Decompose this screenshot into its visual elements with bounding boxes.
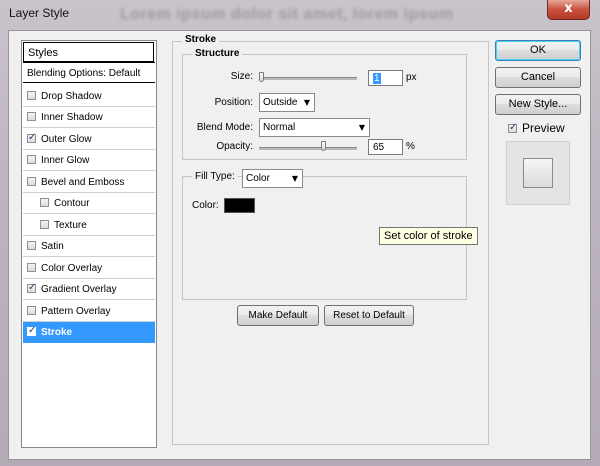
close-button[interactable]: x [547,0,590,20]
styles-item-label: Blending Options: Default [27,68,141,79]
styles-item-label: Contour [54,198,90,209]
checkbox[interactable] [27,241,36,250]
styles-item-pattern-overlay[interactable]: Pattern Overlay [23,301,155,322]
styles-item-label: Pattern Overlay [41,306,111,317]
position-dropdown[interactable]: Outside ▼ [259,93,315,112]
styles-list: Styles Blending Options: Default Drop Sh… [21,40,157,448]
reset-to-default-button[interactable]: Reset to Default [324,305,414,326]
styles-item-label: Gradient Overlay [41,284,117,295]
styles-item-inner-glow[interactable]: Inner Glow [23,150,155,171]
ok-button[interactable]: OK [495,40,581,61]
preview-thumbnail [506,141,570,205]
size-slider-thumb[interactable] [259,72,264,82]
close-icon: x [564,1,573,16]
styles-item-label: Drop Shadow [41,91,102,102]
size-value: 1 [373,73,381,84]
blend-mode-dropdown[interactable]: Normal ▼ [259,118,370,137]
styles-item-label: Stroke [41,327,73,338]
window-frame: Lorem ipsum dolor sit amet, lorem ipsum … [0,0,600,466]
checkbox-checked[interactable] [27,132,36,143]
opacity-slider[interactable] [259,147,357,150]
fill-type-value: Color [246,173,270,184]
checkbox-checked[interactable] [27,325,36,336]
preview-swatch [523,158,553,188]
structure-title: Structure [192,48,243,59]
styles-item-stroke[interactable]: Stroke [23,322,155,343]
checkbox-checked[interactable] [27,282,36,293]
preview-checkbox[interactable] [508,122,517,133]
tooltip: Set color of stroke [379,227,478,245]
opacity-unit: % [406,141,415,152]
chevron-down-icon: ▼ [358,123,365,132]
size-slider[interactable] [259,77,357,80]
checkbox[interactable] [27,177,36,186]
styles-item-color-overlay[interactable]: Color Overlay [23,258,155,279]
styles-header[interactable]: Styles [23,42,154,62]
preview-toggle[interactable]: Preview [508,121,565,135]
make-default-button[interactable]: Make Default [237,305,319,326]
checkbox[interactable] [27,91,36,100]
fill-type-label: Fill Type: [192,171,238,182]
dialog-client-area: Styles Blending Options: Default Drop Sh… [8,30,591,460]
preview-label: Preview [522,121,565,135]
color-swatch[interactable] [224,198,255,213]
styles-item-outer-glow[interactable]: Outer Glow [23,129,155,150]
checkbox[interactable] [27,155,36,164]
styles-item-label: Outer Glow [41,134,92,145]
styles-item-label: Bevel and Emboss [41,177,125,188]
checkbox[interactable] [40,220,49,229]
checkbox[interactable] [27,112,36,121]
fill-type-dropdown[interactable]: Color ▼ [242,169,303,188]
styles-item-label: Inner Shadow [41,112,103,123]
styles-item-blending-options[interactable]: Blending Options: Default [23,62,155,83]
window-title: Layer Style [9,6,70,20]
checkbox[interactable] [40,198,49,207]
blend-mode-value: Normal [263,122,296,133]
styles-item-inner-shadow[interactable]: Inner Shadow [23,107,155,128]
stroke-section-title: Stroke [182,34,220,45]
styles-item-label: Texture [54,220,87,231]
position-value: Outside [263,97,298,108]
styles-item-label: Inner Glow [41,155,90,166]
background-document-text: Lorem ipsum dolor sit amet, lorem ipsum [120,6,454,23]
position-label: Position: [214,97,253,108]
new-style-button[interactable]: New Style... [495,94,581,115]
size-unit: px [406,72,417,83]
size-label: Size: [230,71,253,82]
checkbox[interactable] [27,306,36,315]
chevron-down-icon: ▼ [291,174,298,183]
chevron-down-icon: ▼ [303,98,310,107]
opacity-input[interactable]: 65 [368,139,403,155]
color-label: Color: [192,200,219,211]
styles-item-label: Color Overlay [41,263,103,274]
opacity-value: 65 [373,142,385,153]
cancel-button[interactable]: Cancel [495,67,581,88]
styles-item-satin[interactable]: Satin [23,236,155,257]
styles-item-drop-shadow[interactable]: Drop Shadow [23,86,155,107]
size-input[interactable]: 1 [368,70,403,86]
styles-item-texture[interactable]: Texture [23,215,155,236]
blend-mode-label: Blend Mode: [196,122,253,133]
checkbox[interactable] [27,263,36,272]
styles-item-label: Satin [41,241,64,252]
styles-item-contour[interactable]: Contour [23,193,155,214]
opacity-label: Opacity: [216,141,253,152]
styles-item-gradient-overlay[interactable]: Gradient Overlay [23,279,155,300]
styles-item-bevel-emboss[interactable]: Bevel and Emboss [23,172,155,193]
opacity-slider-thumb[interactable] [321,141,326,151]
